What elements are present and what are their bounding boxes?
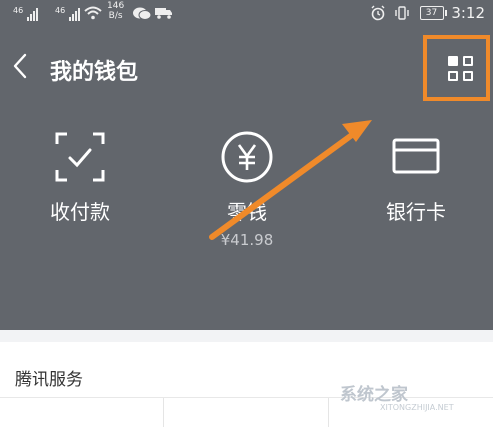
section-divider xyxy=(0,330,493,342)
wallet-header: 46 46 146 B/s 37 3:12 我的钱包 收付款 ¥41.98 银行… xyxy=(0,0,493,330)
grid-divider xyxy=(163,398,164,427)
section-title: 腾讯服务 xyxy=(15,370,83,390)
grid-divider xyxy=(328,398,329,427)
annotation-arrow xyxy=(209,120,372,240)
watermark: 系统之家 XITONGZHIJIA.NET xyxy=(340,385,454,412)
